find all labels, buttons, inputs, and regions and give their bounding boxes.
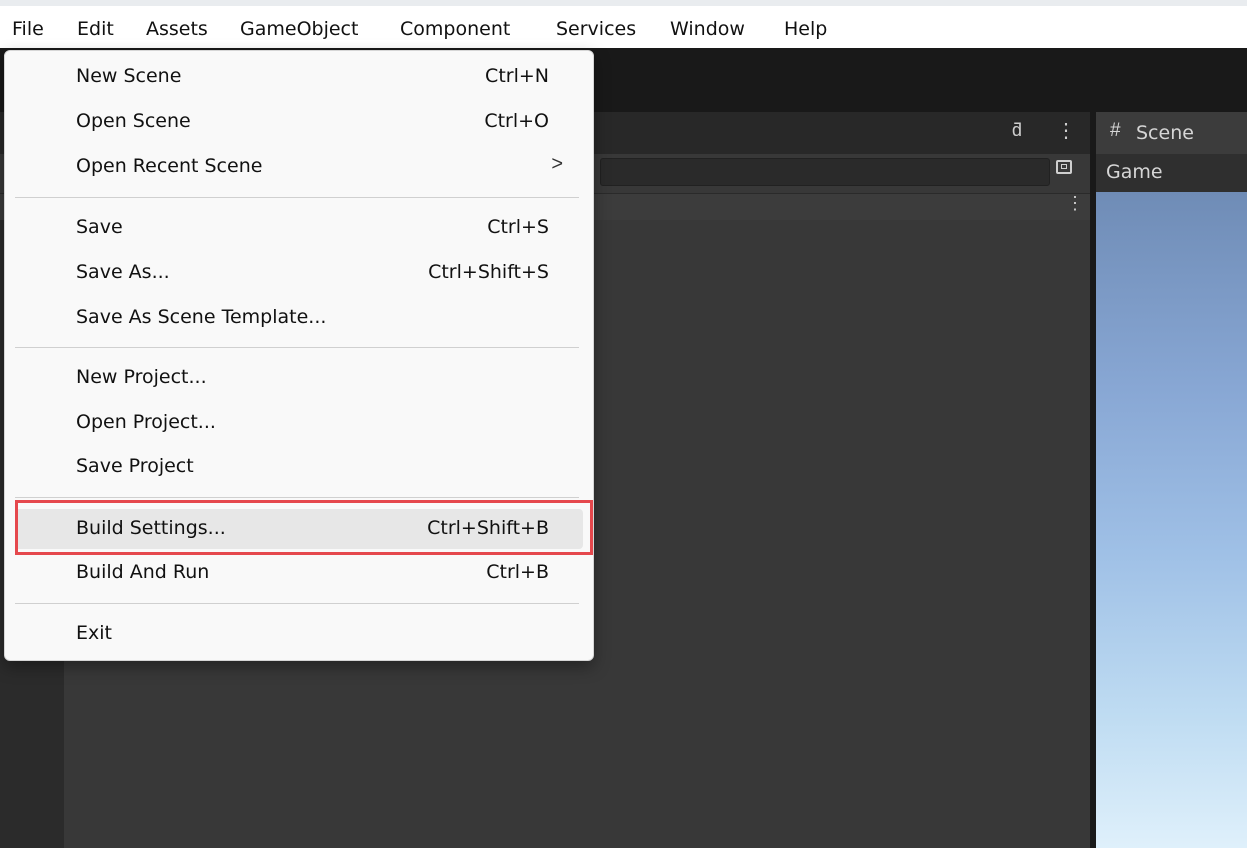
menu-edit[interactable]: Edit — [77, 18, 114, 40]
menu-separator — [15, 347, 579, 348]
popout-icon[interactable] — [1056, 160, 1072, 174]
kebab-menu-icon[interactable]: ⋮ — [1066, 193, 1084, 214]
menu-item-exit[interactable]: Exit — [15, 614, 583, 654]
menu-item-label: Exit — [76, 622, 112, 644]
menu-item-label: Save As Scene Template... — [76, 306, 327, 328]
menu-item-shortcut: Ctrl+B — [486, 561, 549, 583]
menu-item-open-project[interactable]: Open Project... — [15, 403, 583, 443]
menu-file[interactable]: File — [12, 18, 44, 40]
scene-viewport[interactable] — [1096, 192, 1247, 848]
menu-separator — [15, 603, 579, 604]
menu-services[interactable]: Services — [556, 18, 636, 40]
menu-component[interactable]: Component — [400, 18, 510, 40]
menu-item-save-project[interactable]: Save Project — [15, 447, 583, 487]
menu-item-shortcut: Ctrl+O — [484, 110, 549, 132]
menu-item-save-as-scene-template[interactable]: Save As Scene Template... — [15, 298, 583, 338]
tab-scene-label: Scene — [1136, 122, 1194, 144]
menu-item-label: Save — [76, 216, 123, 238]
menu-assets[interactable]: Assets — [146, 18, 208, 40]
menu-separator — [15, 497, 579, 498]
menu-item-open-scene[interactable]: Open Scene Ctrl+O — [15, 102, 583, 142]
menu-item-new-project[interactable]: New Project... — [15, 358, 583, 398]
menu-item-new-scene[interactable]: New Scene Ctrl+N — [15, 57, 583, 97]
menu-item-open-recent-scene[interactable]: Open Recent Scene > — [15, 147, 583, 187]
menu-item-save-as[interactable]: Save As... Ctrl+Shift+S — [15, 253, 583, 293]
menu-item-save[interactable]: Save Ctrl+S — [15, 208, 583, 248]
menu-item-label: Build And Run — [76, 561, 210, 583]
menu-item-shortcut: Ctrl+S — [487, 216, 549, 238]
menu-item-label: New Project... — [76, 366, 207, 388]
menu-item-label: New Scene — [76, 65, 182, 87]
menu-help[interactable]: Help — [784, 18, 827, 40]
file-menu-dropdown: New Scene Ctrl+N Open Scene Ctrl+O Open … — [4, 50, 594, 661]
menu-separator — [15, 197, 579, 198]
menu-bar: File Edit Assets GameObject Component Se… — [0, 0, 1247, 48]
menu-item-label: Save As... — [76, 261, 170, 283]
menu-gameobject[interactable]: GameObject — [240, 18, 358, 40]
menu-item-shortcut: Ctrl+Shift+S — [428, 261, 549, 283]
chevron-right-icon: > — [551, 153, 563, 175]
menu-item-label: Open Project... — [76, 411, 216, 433]
lock-icon[interactable]: ƌ — [1012, 120, 1022, 141]
menu-item-label: Open Scene — [76, 110, 191, 132]
hierarchy-search-input[interactable] — [600, 158, 1050, 186]
menu-item-shortcut: Ctrl+N — [485, 65, 549, 87]
grid-icon: # — [1110, 120, 1121, 141]
tab-game-label: Game — [1106, 161, 1163, 183]
menu-item-build-and-run[interactable]: Build And Run Ctrl+B — [15, 553, 583, 593]
menu-item-label: Save Project — [76, 455, 194, 477]
menu-window[interactable]: Window — [670, 18, 745, 40]
highlight-annotation-box — [15, 500, 593, 555]
menu-item-label: Open Recent Scene — [76, 155, 263, 177]
kebab-menu-icon[interactable]: ⋮ — [1056, 118, 1076, 143]
